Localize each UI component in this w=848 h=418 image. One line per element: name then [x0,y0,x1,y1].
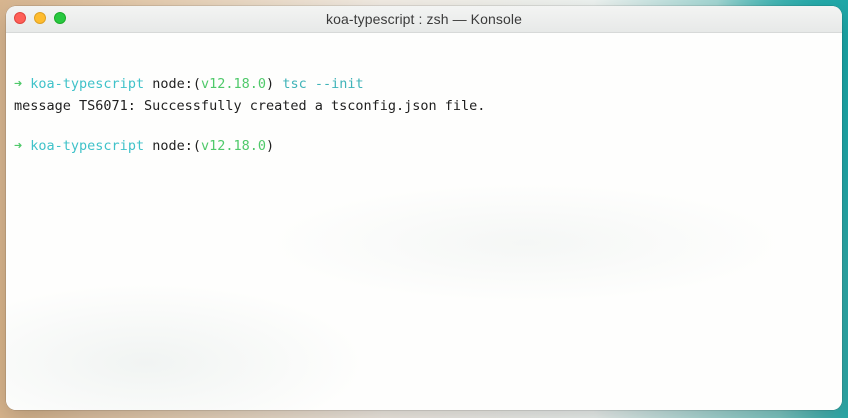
prompt-node-version: v12.18.0 [201,138,267,154]
prompt-node-version: v12.18.0 [201,76,267,92]
prompt-node-label: node:( [152,138,201,154]
prompt-arrow-icon: ➜ [14,138,23,154]
command-text: tsc --init [282,76,364,92]
prompt-node-close: ) [266,76,275,92]
maximize-button[interactable] [54,12,66,24]
prompt-node-close: ) [266,138,275,154]
output-text: message TS6071: Successfully created a t… [14,98,486,114]
close-button[interactable] [14,12,26,24]
prompt-directory: koa-typescript [30,138,145,154]
terminal-output[interactable]: ➜ koa-typescript node:(v12.18.0) tsc --i… [6,33,842,410]
window-controls [14,12,66,24]
window-title: koa-typescript : zsh — Konsole [326,11,522,27]
output-line: message TS6071: Successfully created a t… [14,95,842,117]
title-bar[interactable]: koa-typescript : zsh — Konsole [6,6,842,33]
prompt-line: ➜ koa-typescript node:(v12.18.0) [14,135,842,157]
prompt-node-label: node:( [152,76,201,92]
minimize-button[interactable] [34,12,46,24]
prompt-line: ➜ koa-typescript node:(v12.18.0) tsc --i… [14,73,842,95]
konsole-window: koa-typescript : zsh — Konsole ➜ koa-typ… [6,6,842,410]
prompt-arrow-icon: ➜ [14,76,23,92]
prompt-directory: koa-typescript [30,76,145,92]
